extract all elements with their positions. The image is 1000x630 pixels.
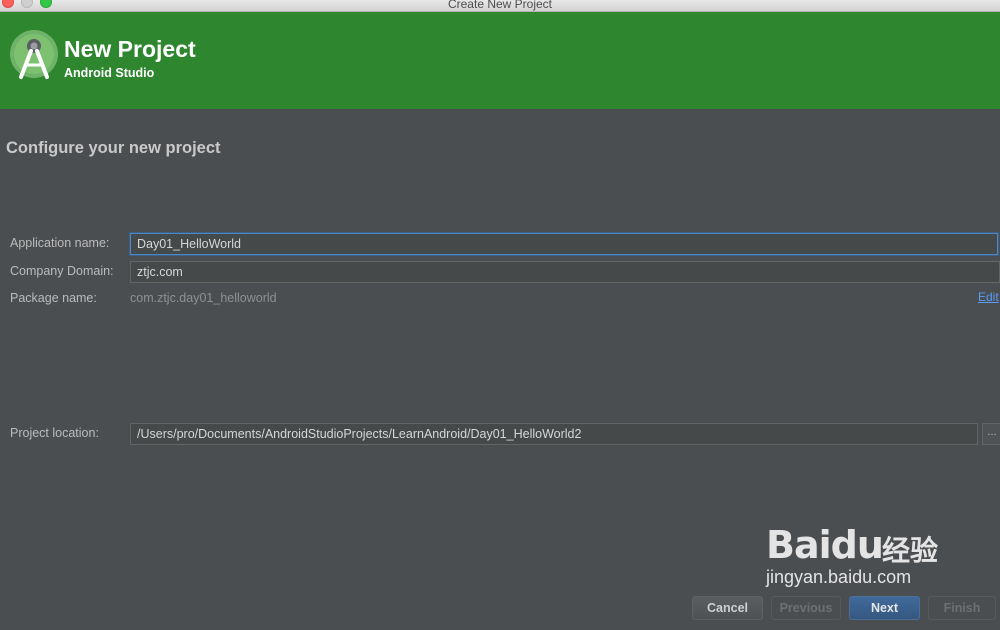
next-button[interactable]: Next	[849, 596, 920, 620]
page-title: Configure your new project	[6, 139, 221, 157]
watermark-brand: Bai	[766, 523, 832, 567]
banner-title: New Project	[64, 36, 196, 62]
banner-subtitle: Android Studio	[64, 66, 155, 80]
watermark-cn-text: 经验	[882, 535, 939, 566]
window-title: Create New Project	[447, 0, 553, 11]
watermark-url: jingyan.baidu.com	[766, 567, 912, 587]
project-location-field[interactable]: /Users/pro/Documents/AndroidStudioProjec…	[130, 423, 978, 445]
application-name-field[interactable]: Day01_HelloWorld	[130, 233, 998, 255]
project-location-label: Project location:	[10, 426, 99, 440]
baidu-watermark: Baidu 经验 jingyan.baidu.com	[766, 523, 946, 587]
previous-button[interactable]: Previous	[771, 596, 841, 620]
android-studio-logo-icon	[10, 30, 58, 79]
application-name-label: Application name:	[10, 236, 110, 250]
browse-location-button[interactable]: ...	[982, 423, 1000, 445]
watermark-brand-suffix: du	[830, 523, 884, 567]
watermark-logo: Baidu	[766, 523, 884, 567]
package-name-label: Package name:	[10, 291, 97, 305]
header-banner: New Project Android Studio	[0, 12, 1000, 109]
cancel-button[interactable]: Cancel	[692, 596, 763, 620]
company-domain-field[interactable]: ztjc.com	[130, 261, 1000, 283]
company-domain-label: Company Domain:	[10, 264, 114, 278]
finish-button[interactable]: Finish	[928, 596, 996, 620]
window-titlebar: Create New Project	[0, 0, 1000, 12]
edit-package-link[interactable]: Edit	[978, 290, 999, 304]
package-name-value: com.ztjc.day01_helloworld	[130, 291, 277, 305]
